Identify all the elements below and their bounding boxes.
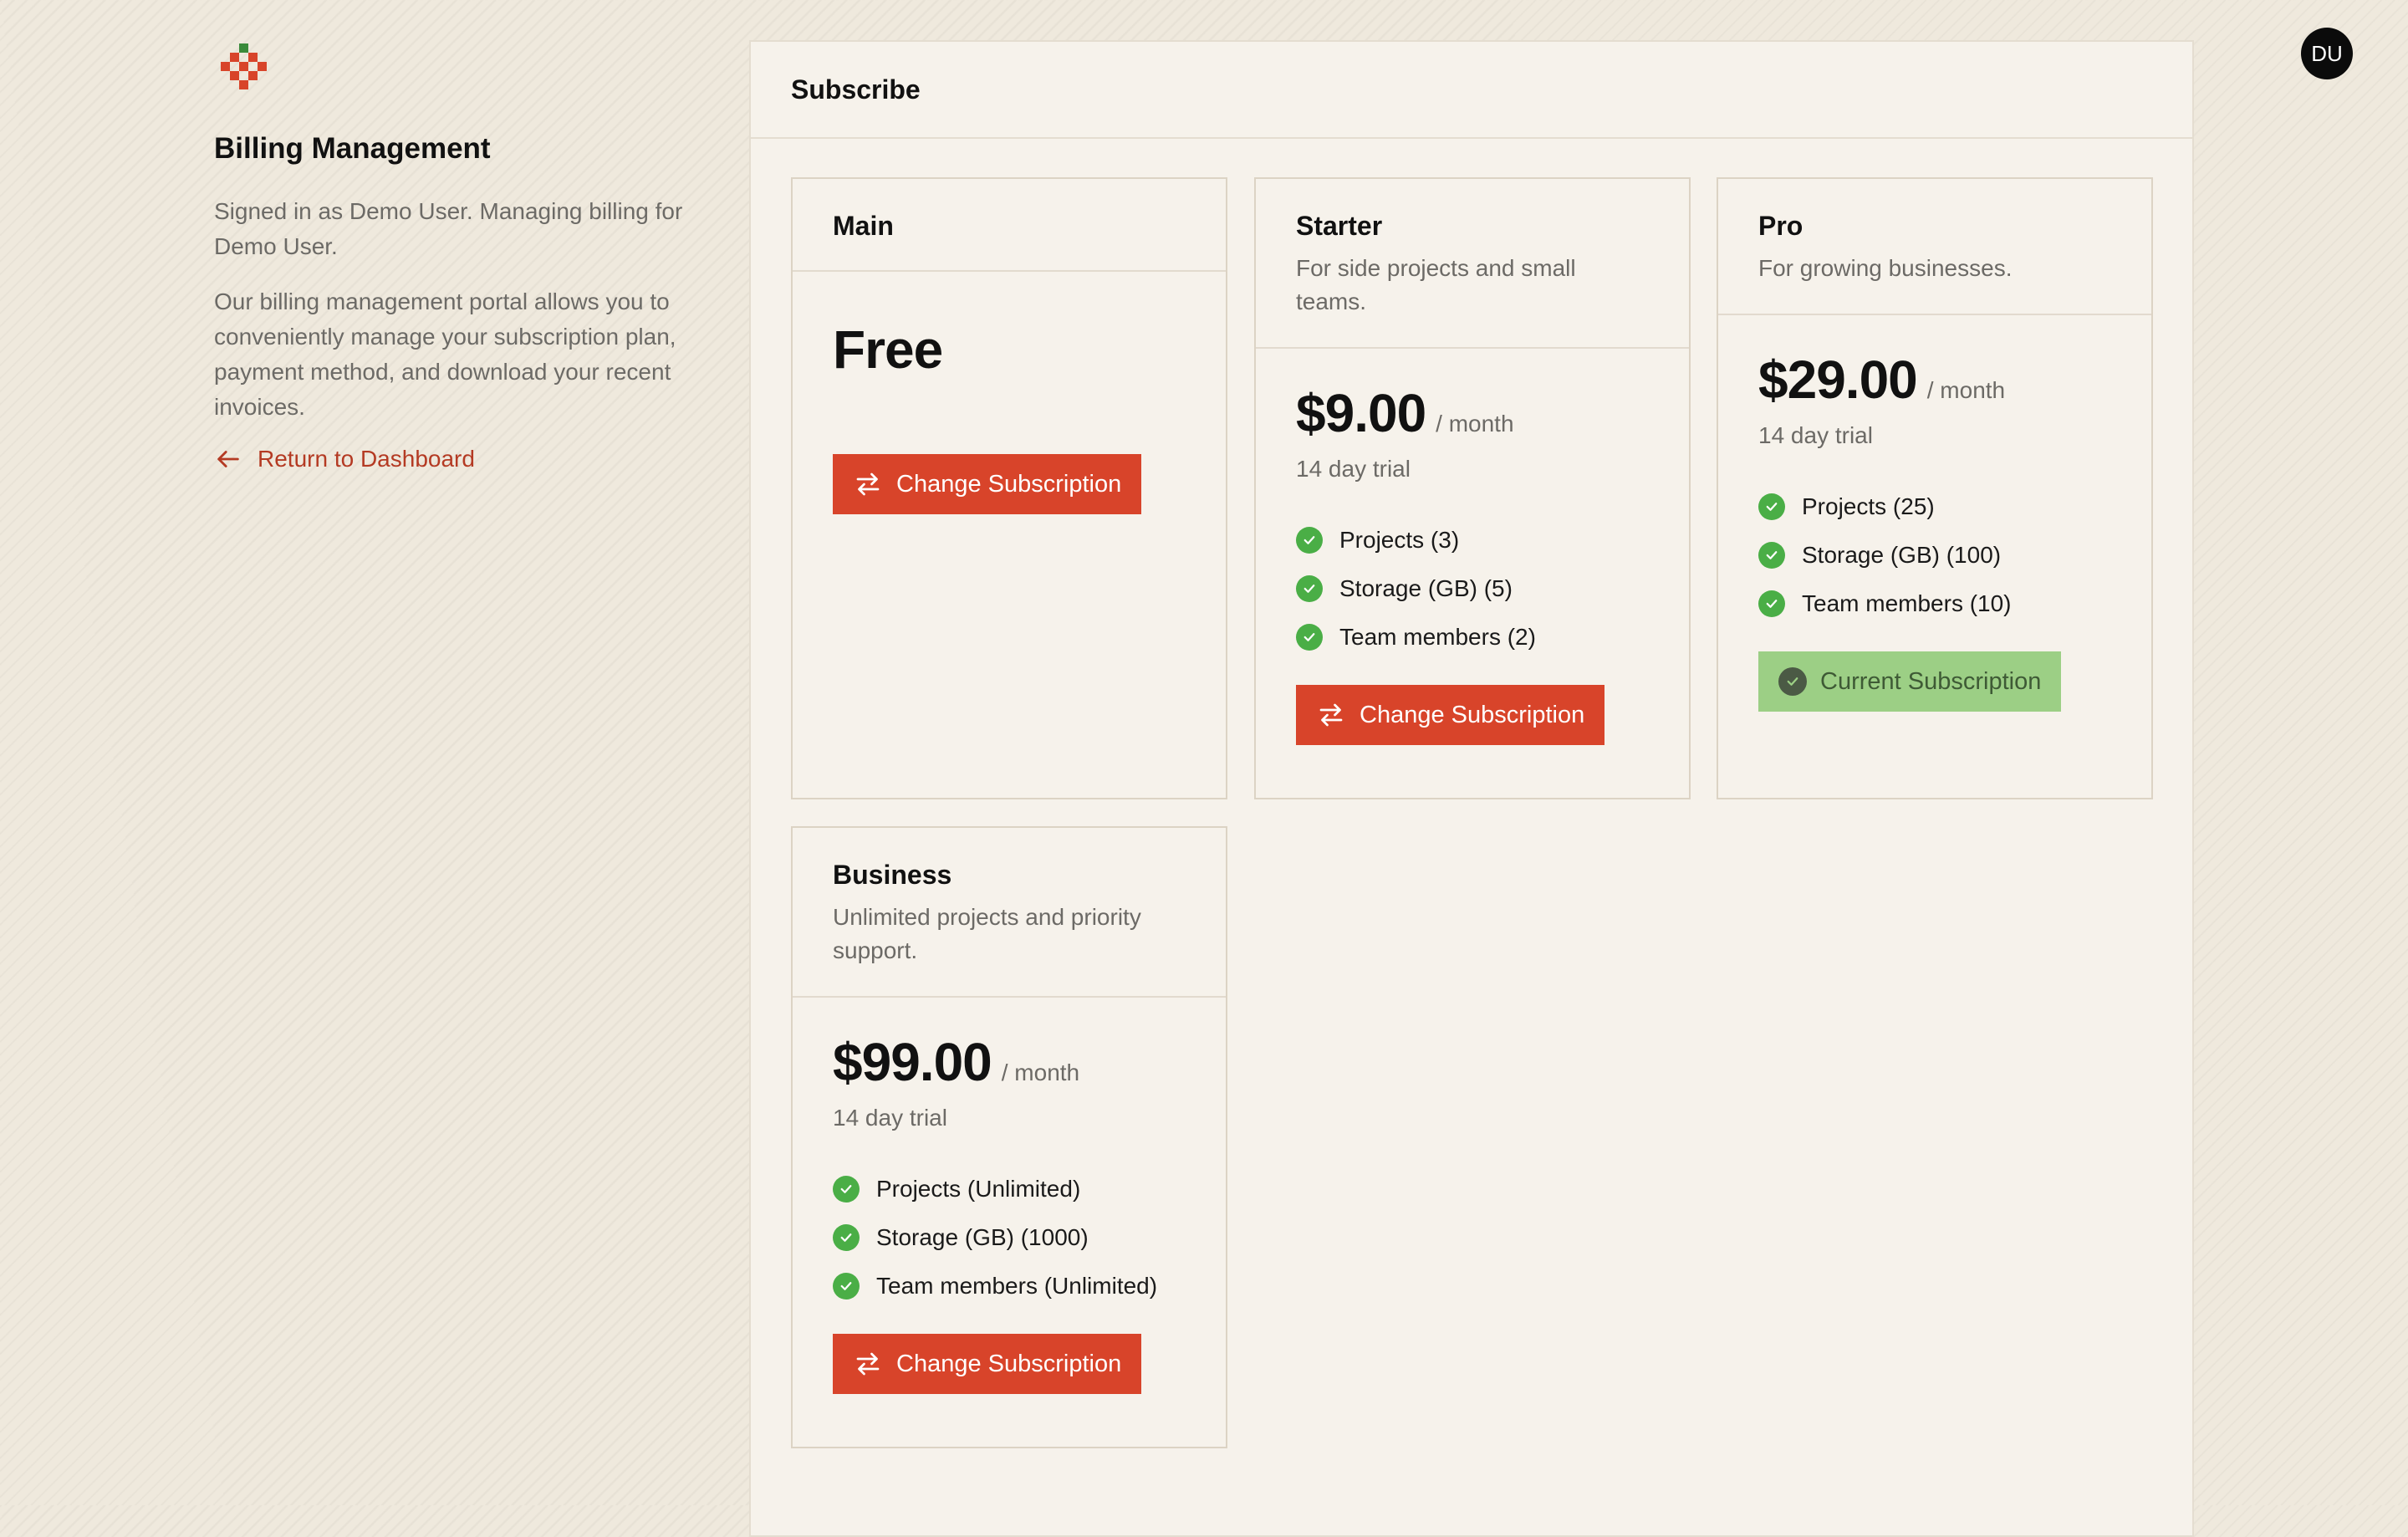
feature-item: Storage (GB) (1000) xyxy=(833,1213,1186,1262)
plan-description: For side projects and small teams. xyxy=(1296,255,1576,314)
plan-price: Free xyxy=(833,319,943,380)
signed-in-text: Signed in as Demo User. Managing billing… xyxy=(214,198,683,259)
feature-list: Projects (Unlimited) Storage (GB) (1000)… xyxy=(833,1165,1186,1310)
portal-description: Our billing management portal allows you… xyxy=(214,289,676,420)
plan-header: Starter For side projects and small team… xyxy=(1256,179,1689,349)
panel-title: Subscribe xyxy=(751,42,2192,139)
check-circle-icon xyxy=(1778,667,1807,696)
feature-list: Projects (3) Storage (GB) (5) Team membe… xyxy=(1296,516,1649,661)
avatar[interactable]: DU xyxy=(2301,28,2353,79)
logo-icon xyxy=(221,43,271,104)
plan-card-business: Business Unlimited projects and priority… xyxy=(791,826,1227,1448)
swap-arrows-icon xyxy=(856,1352,880,1376)
check-circle-icon xyxy=(833,1224,860,1251)
plan-period: / month xyxy=(1001,1060,1080,1085)
plan-description: Unlimited projects and priority support. xyxy=(833,904,1141,963)
feature-item: Projects (Unlimited) xyxy=(833,1165,1186,1213)
plan-header: Main xyxy=(793,179,1226,272)
check-circle-icon xyxy=(1758,493,1785,520)
feature-item: Projects (25) xyxy=(1758,483,2111,531)
arrow-left-icon xyxy=(217,451,239,467)
plan-trial: 14 day trial xyxy=(1296,456,1411,482)
plan-price: $9.00 xyxy=(1296,383,1426,443)
plan-card-pro: Pro For growing businesses. $29.00 / mon… xyxy=(1717,177,2153,799)
plan-trial: 14 day trial xyxy=(1758,422,1873,448)
feature-item: Team members (Unlimited) xyxy=(833,1262,1186,1310)
check-circle-icon xyxy=(833,1176,860,1203)
change-subscription-button[interactable]: Change Subscription xyxy=(1296,685,1605,745)
plan-price: $99.00 xyxy=(833,1032,992,1092)
subscribe-panel: Subscribe Main Free Change Subscription … xyxy=(749,40,2194,1537)
plan-name: Business xyxy=(833,860,952,890)
sidebar: Billing Management Signed in as Demo Use… xyxy=(214,125,699,473)
plan-description: For growing businesses. xyxy=(1758,255,2013,281)
plan-name: Main xyxy=(833,211,894,241)
check-circle-icon xyxy=(1296,575,1323,602)
plan-card-starter: Starter For side projects and small team… xyxy=(1254,177,1691,799)
check-circle-icon xyxy=(1758,542,1785,569)
feature-item: Team members (10) xyxy=(1758,580,2111,628)
check-circle-icon xyxy=(1296,624,1323,651)
swap-arrows-icon xyxy=(1319,703,1343,727)
page-title: Billing Management xyxy=(214,132,491,165)
plan-card-main: Main Free Change Subscription xyxy=(791,177,1227,799)
return-to-dashboard-link[interactable]: Return to Dashboard xyxy=(214,445,699,473)
plan-price: $29.00 xyxy=(1758,350,1918,410)
feature-item: Storage (GB) (100) xyxy=(1758,531,2111,580)
change-subscription-button[interactable]: Change Subscription xyxy=(833,1334,1142,1394)
feature-list: Projects (25) Storage (GB) (100) Team me… xyxy=(1758,483,2111,628)
swap-arrows-icon xyxy=(856,472,880,496)
check-circle-icon xyxy=(833,1273,860,1300)
current-subscription-button[interactable]: Current Subscription xyxy=(1758,651,2062,712)
plan-trial: 14 day trial xyxy=(833,1105,947,1131)
check-circle-icon xyxy=(1758,590,1785,617)
plan-header: Pro For growing businesses. xyxy=(1718,179,2151,315)
feature-item: Projects (3) xyxy=(1296,516,1649,564)
change-subscription-button[interactable]: Change Subscription xyxy=(833,454,1142,514)
return-to-dashboard-label: Return to Dashboard xyxy=(258,446,475,472)
plan-period: / month xyxy=(1436,411,1514,437)
feature-item: Team members (2) xyxy=(1296,613,1649,661)
plan-period: / month xyxy=(1926,377,2006,403)
check-circle-icon xyxy=(1296,527,1323,554)
plan-header: Business Unlimited projects and priority… xyxy=(793,828,1226,998)
plan-name: Starter xyxy=(1296,211,1383,241)
feature-item: Storage (GB) (5) xyxy=(1296,564,1649,613)
plan-name: Pro xyxy=(1758,211,1803,241)
